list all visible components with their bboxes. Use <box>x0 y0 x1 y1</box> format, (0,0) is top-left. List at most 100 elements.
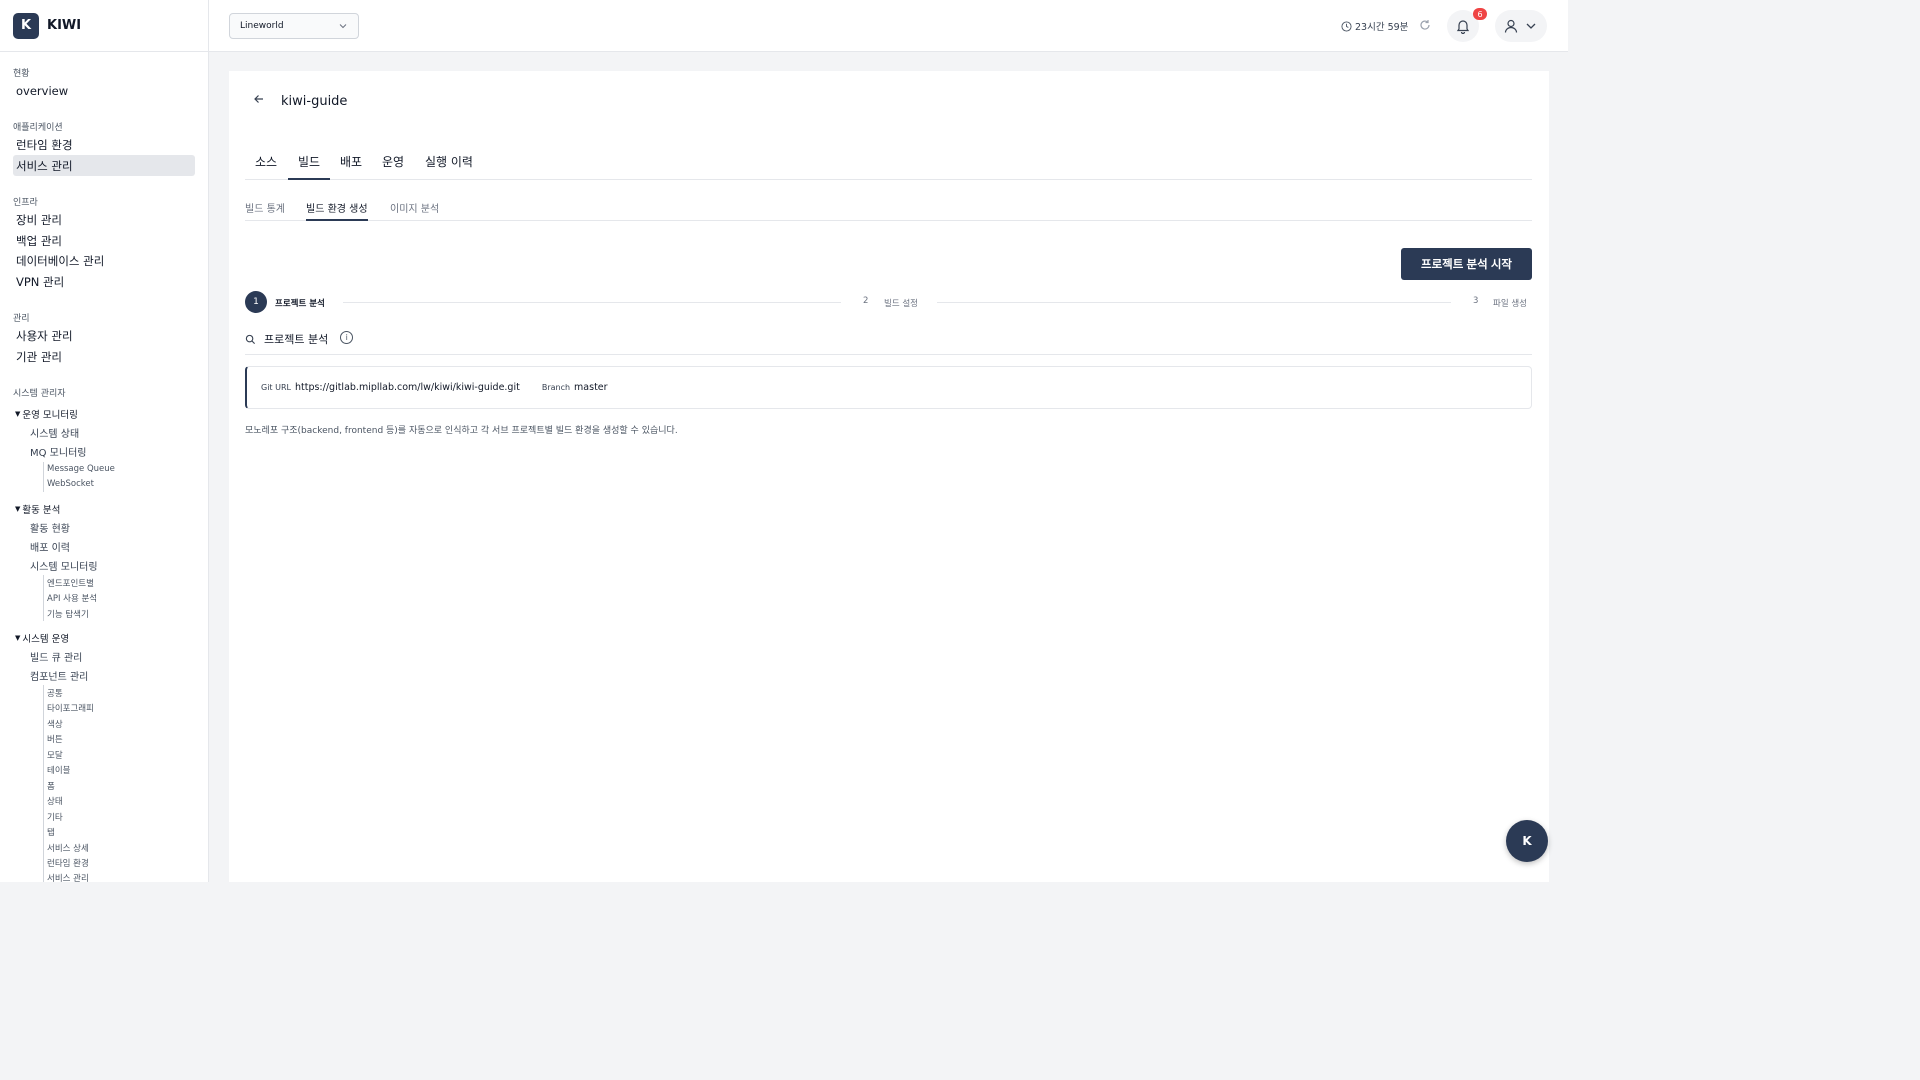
git-url-value: https://gitlab.mipllab.com/lw/kiwi/kiwi-… <box>294 382 520 393</box>
sidebar-item-users[interactable]: 사용자 관리 <box>13 325 195 346</box>
refresh-session-icon[interactable] <box>1417 16 1433 34</box>
sidebar-sub-build-queue[interactable]: 빌드 큐 관리 <box>30 649 82 664</box>
subtab-build-env[interactable]: 빌드 환경 생성 <box>306 200 368 221</box>
group-activity[interactable]: ▼ 활동 분석 <box>15 502 60 516</box>
workspace-value: Lineworld <box>240 21 284 31</box>
sidebar-subsub-tab[interactable]: 탭 <box>47 826 55 838</box>
section-status: 현황 <box>13 69 30 79</box>
top-header: Lineworld 23시간 59분 6 <box>209 0 1568 52</box>
step-1-indicator: 1 <box>245 291 267 313</box>
tree-line <box>43 685 44 882</box>
group-system-ops[interactable]: ▼ 시스템 운영 <box>15 631 69 645</box>
sidebar-subsub-runtime[interactable]: 런타임 환경 <box>47 857 89 869</box>
sidebar-item-vpn[interactable]: VPN 관리 <box>13 271 195 292</box>
tab-operations[interactable]: 운영 <box>382 153 404 180</box>
sidebar-item-orgs[interactable]: 기관 관리 <box>13 346 195 367</box>
caret-down-icon: ▼ <box>15 505 21 513</box>
tab-deploy[interactable]: 배포 <box>340 153 362 180</box>
chevron-down-icon <box>339 24 347 29</box>
user-menu-button[interactable] <box>1495 10 1547 42</box>
session-timer: 23시간 59분 <box>1341 19 1408 33</box>
group-ops-monitoring[interactable]: ▼ 운영 모니터링 <box>15 407 78 421</box>
sidebar-subsub-service-detail[interactable]: 서비스 상세 <box>47 842 89 854</box>
branch-value: master <box>574 382 608 393</box>
sidebar-subsub-feature[interactable]: 기능 탐색기 <box>47 608 89 620</box>
sidebar-sub-deploy-history[interactable]: 배포 이력 <box>30 539 70 554</box>
sidebar-sub-system-status[interactable]: 시스템 상태 <box>30 425 79 440</box>
step-connector <box>937 302 1451 303</box>
step-connector <box>343 302 841 303</box>
session-remaining: 23시간 59분 <box>1355 22 1409 33</box>
sidebar-subsub-form[interactable]: 폼 <box>47 780 55 792</box>
step-3-indicator: 3 <box>1473 296 1479 306</box>
brand-name: KIWI <box>47 18 82 33</box>
sidebar-item-backup[interactable]: 백업 관리 <box>13 230 195 251</box>
clock-icon <box>1341 20 1352 32</box>
sidebar-item-service[interactable]: 서비스 관리 <box>13 155 195 176</box>
tree-line <box>43 462 44 492</box>
back-arrow-icon[interactable] <box>253 93 269 109</box>
sidebar-item-equipment[interactable]: 장비 관리 <box>13 209 195 230</box>
sidebar-subsub-endpoint[interactable]: 엔드포인트별 <box>47 577 94 589</box>
brand[interactable]: K KIWI <box>0 0 208 52</box>
tab-source[interactable]: 소스 <box>255 153 277 180</box>
user-icon <box>1504 19 1518 33</box>
sidebar-subsub-button[interactable]: 버튼 <box>47 733 63 745</box>
sidebar-subsub-typography[interactable]: 타이포그래피 <box>47 702 94 714</box>
caret-down-icon: ▼ <box>15 634 21 642</box>
sidebar-subsub-common[interactable]: 공통 <box>47 687 63 699</box>
section-title: 프로젝트 분석 <box>264 333 329 346</box>
sidebar-subsub-modal[interactable]: 모달 <box>47 749 63 761</box>
section-infra: 인프라 <box>13 198 38 208</box>
chevron-down-icon <box>1526 23 1536 29</box>
sidebar-item-database[interactable]: 데이터베이스 관리 <box>13 250 195 271</box>
sidebar-item-overview[interactable]: overview <box>13 80 195 101</box>
tree-line <box>43 575 44 621</box>
sidebar-item-runtime[interactable]: 런타임 환경 <box>13 134 195 155</box>
assistant-fab-button[interactable]: K <box>1506 820 1548 862</box>
stepper: 1 프로젝트 분석 2 빌드 설정 3 파일 생성 <box>245 291 1532 313</box>
sidebar-subsub-api-usage[interactable]: API 사용 분석 <box>47 592 97 604</box>
step-2-label: 빌드 설정 <box>884 299 918 309</box>
caret-down-icon: ▼ <box>15 410 21 418</box>
git-url-label: Git URL <box>261 383 291 392</box>
sidebar-sub-system-monitoring[interactable]: 시스템 모니터링 <box>30 558 98 573</box>
sidebar-subsub-status[interactable]: 상태 <box>47 795 63 807</box>
sidebar-subsub-etc[interactable]: 기타 <box>47 811 63 823</box>
sidebar-sub-components[interactable]: 컴포넌트 관리 <box>30 668 88 683</box>
sidebar-sub-activity[interactable]: 활동 현황 <box>30 520 70 535</box>
start-analysis-button[interactable]: 프로젝트 분석 시작 <box>1401 248 1532 280</box>
search-icon <box>245 334 256 345</box>
page-title: kiwi-guide <box>281 93 348 109</box>
sidebar: K KIWI 현황 overview 애플리케이션 런타임 환경 서비스 관리 … <box>0 0 209 882</box>
repository-info: Git URL https://gitlab.mipllab.com/lw/ki… <box>245 366 1532 409</box>
workspace-select[interactable]: Lineworld <box>229 13 359 39</box>
step-1-label: 프로젝트 분석 <box>275 299 325 309</box>
notification-badge: 6 <box>1473 8 1487 20</box>
section-apps: 애플리케이션 <box>13 123 63 133</box>
bell-icon <box>1456 20 1470 34</box>
sidebar-subsub-message-queue[interactable]: Message Queue <box>47 464 115 474</box>
page-header: kiwi-guide <box>229 71 1549 131</box>
sidebar-subsub-color[interactable]: 색상 <box>47 718 63 730</box>
section-admin: 관리 <box>13 314 30 324</box>
info-icon[interactable]: i <box>340 331 354 344</box>
group-label: 활동 분석 <box>22 505 61 516</box>
group-label: 시스템 운영 <box>22 634 70 645</box>
subtab-image-analysis[interactable]: 이미지 분석 <box>390 200 439 221</box>
step-3-label: 파일 생성 <box>1493 299 1527 309</box>
analysis-section-header: 프로젝트 분석 i <box>245 331 1532 355</box>
tab-build[interactable]: 빌드 <box>288 153 331 180</box>
build-subtabs: 빌드 통계 빌드 환경 생성 이미지 분석 <box>245 197 1532 221</box>
branch-label: Branch <box>541 383 571 392</box>
group-label: 운영 모니터링 <box>22 410 78 421</box>
sidebar-subsub-service-mgmt[interactable]: 서비스 관리 <box>47 872 89 882</box>
sidebar-subsub-websocket[interactable]: WebSocket <box>47 479 94 489</box>
tab-history[interactable]: 실행 이력 <box>425 153 473 180</box>
subtab-build-stats[interactable]: 빌드 통계 <box>245 200 285 221</box>
sidebar-subsub-table[interactable]: 테이블 <box>47 764 70 776</box>
sidebar-sub-mq[interactable]: MQ 모니터링 <box>30 444 86 459</box>
step-2-indicator: 2 <box>863 296 869 306</box>
section-sysadmin: 시스템 관리자 <box>13 389 66 399</box>
main-tabs: 소스 빌드 배포 운영 실행 이력 <box>245 149 1532 180</box>
